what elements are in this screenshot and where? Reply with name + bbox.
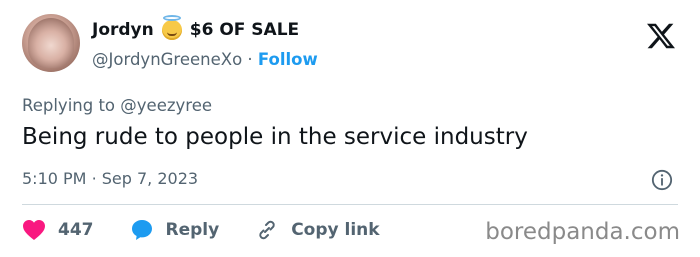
replying-to-label: Replying to: [22, 96, 116, 115]
tweet-text: Being rude to people in the service indu…: [22, 124, 528, 150]
like-button[interactable]: 447: [22, 219, 94, 241]
like-count: 447: [58, 220, 94, 240]
separator-dot: ·: [247, 50, 253, 69]
copy-link-button[interactable]: Copy link: [255, 218, 380, 242]
tweet-timestamp[interactable]: 5:10 PM · Sep 7, 2023: [22, 169, 198, 188]
copy-link-label: Copy link: [291, 220, 380, 240]
user-name-row: Jordyn $6 OF SALE: [92, 15, 300, 40]
reply-label: Reply: [165, 220, 220, 240]
replying-to: Replying to @yeezyree: [22, 96, 212, 115]
speech-bubble-icon: [131, 220, 152, 240]
tweet-date: Sep 7, 2023: [101, 169, 199, 188]
info-icon[interactable]: [651, 169, 673, 191]
replying-to-handle[interactable]: @yeezyree: [120, 96, 212, 115]
divider: [22, 204, 678, 205]
handle-row: @JordynGreeneXo · Follow: [92, 50, 318, 69]
follow-button[interactable]: Follow: [258, 50, 318, 69]
display-name[interactable]: Jordyn: [92, 20, 154, 40]
separator-dot: ·: [91, 169, 97, 188]
link-icon: [259, 220, 275, 240]
halo-smiley-icon: [161, 15, 182, 40]
display-name-suffix: $6 OF SALE: [189, 20, 300, 40]
action-bar: 447 Reply Copy link: [22, 218, 416, 242]
watermark: boredpanda.com: [485, 219, 680, 245]
reply-button[interactable]: Reply: [130, 218, 220, 242]
user-handle[interactable]: @JordynGreeneXo: [92, 50, 242, 69]
tweet-time: 5:10 PM: [22, 169, 87, 188]
x-logo-icon[interactable]: [647, 22, 675, 50]
heart-icon: [23, 220, 45, 240]
avatar[interactable]: [22, 14, 80, 72]
